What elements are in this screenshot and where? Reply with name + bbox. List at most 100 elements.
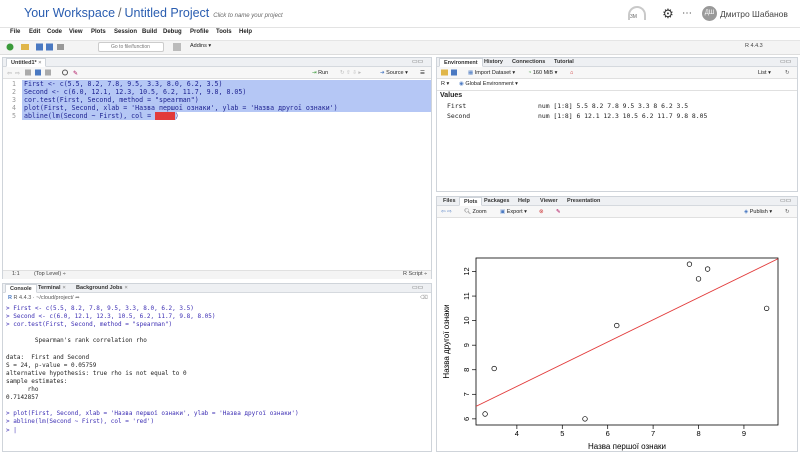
- menu-item-session[interactable]: Session: [114, 29, 137, 35]
- grid-layout-icon[interactable]: [173, 43, 181, 51]
- publish-icon: ◈: [744, 209, 749, 215]
- zoom-button[interactable]: 🔍︎ Zoom: [464, 209, 487, 215]
- workspace-link[interactable]: Your Workspace: [24, 6, 115, 20]
- clear-plots-icon[interactable]: ✎: [556, 209, 561, 215]
- view-mode-select[interactable]: List ▾: [758, 70, 771, 76]
- values-section-header: Values: [440, 92, 463, 99]
- rerun-nav-icons[interactable]: ↻ ⇧ ⇩ ▸: [340, 70, 361, 76]
- export-button[interactable]: ▣ Export ▾: [500, 209, 527, 215]
- console-output: rho: [6, 386, 39, 393]
- tab-viewer[interactable]: Viewer: [536, 197, 562, 206]
- memory-usage[interactable]: ◔ 160 MiB ▾: [528, 70, 557, 76]
- x-axis-label: Назва першої ознаки: [588, 442, 666, 451]
- save-icon: [35, 69, 41, 76]
- scope-select-label: Global Environment: [465, 81, 514, 87]
- tab-history[interactable]: History: [480, 58, 507, 67]
- tab-label: Terminal: [38, 285, 61, 291]
- tab-untitled1[interactable]: Untitled1* ×: [6, 58, 47, 67]
- file-type-indicator[interactable]: R Script ÷: [403, 271, 427, 277]
- env-var-name[interactable]: Second: [447, 112, 470, 120]
- source-button[interactable]: ➜ Source ▾: [380, 70, 408, 76]
- menu-item-file[interactable]: File: [10, 29, 20, 35]
- tab-background-jobs[interactable]: Background Jobs ×: [72, 284, 132, 293]
- divider: [437, 90, 797, 91]
- tab-plots[interactable]: Plots: [459, 197, 483, 206]
- scope-indicator[interactable]: (Top Level) ÷: [34, 271, 66, 277]
- data-point: [482, 411, 488, 417]
- tab-environment[interactable]: Environment: [439, 58, 483, 67]
- y-tick-label: 7: [462, 392, 471, 396]
- code-line[interactable]: abline(lm(Second ~ First), col = 'red'): [24, 112, 179, 120]
- close-icon[interactable]: ×: [63, 285, 66, 291]
- y-tick-label: 12: [462, 267, 471, 275]
- language-select[interactable]: R ▾: [441, 81, 449, 87]
- menu-item-build[interactable]: Build: [142, 29, 157, 35]
- outline-icon[interactable]: ☰: [420, 70, 425, 76]
- y-tick-label: 11: [462, 292, 471, 300]
- refresh-icon[interactable]: ↻: [785, 209, 790, 215]
- code-text: abline(lm(Second ~ First), col =: [24, 112, 156, 120]
- refresh-icon[interactable]: ↻: [785, 70, 790, 76]
- scope-label: (Top Level): [34, 271, 62, 277]
- tab-help[interactable]: Help: [514, 197, 534, 206]
- tab-connections[interactable]: Connections: [508, 58, 549, 67]
- plot-frame: [475, 257, 779, 426]
- scope-select[interactable]: ◉ Global Environment ▾: [459, 81, 518, 87]
- menu-item-help[interactable]: Help: [239, 29, 252, 35]
- import-dataset-button[interactable]: ▦ Import Dataset ▾: [468, 70, 515, 76]
- r-version[interactable]: R 4.4.3: [745, 43, 763, 49]
- editor-tabbar: [3, 58, 431, 67]
- line-number: 1: [12, 80, 16, 88]
- env-var-name[interactable]: First: [447, 102, 466, 110]
- more-options-icon[interactable]: ⋯: [680, 7, 694, 21]
- close-icon[interactable]: ×: [38, 60, 41, 66]
- avatar[interactable]: ДШ: [702, 6, 717, 21]
- tab-tutorial[interactable]: Tutorial: [550, 58, 578, 67]
- menu-item-tools[interactable]: Tools: [216, 29, 232, 35]
- tab-terminal[interactable]: Terminal ×: [34, 284, 70, 293]
- maximize-icon[interactable]: ▭▭: [412, 284, 423, 291]
- console-command: > |: [6, 426, 17, 434]
- data-point: [704, 266, 711, 272]
- goto-file-input[interactable]: Go to file/function: [98, 42, 164, 52]
- clear-console-icon[interactable]: ⌫: [420, 295, 428, 301]
- addins-menu[interactable]: Addins ▾: [190, 43, 211, 49]
- tab-console[interactable]: Console: [5, 284, 37, 293]
- menu-item-code[interactable]: Code: [47, 29, 62, 35]
- menu-item-edit[interactable]: Edit: [29, 29, 40, 35]
- language-label: R: [441, 81, 445, 87]
- menu-item-debug[interactable]: Debug: [163, 29, 182, 35]
- menu-item-plots[interactable]: Plots: [91, 29, 106, 35]
- close-icon[interactable]: ×: [124, 285, 127, 291]
- maximize-icon[interactable]: ▭▭: [780, 58, 791, 65]
- scatter-plot: 4 5 6 7 8 9 6 7 8 9 10 11 12 Назва першої ознаки Назва…: [442, 257, 779, 451]
- menu-item-view[interactable]: View: [69, 29, 83, 35]
- run-button[interactable]: ⇥ Run: [312, 70, 328, 76]
- run-label: Run: [318, 70, 329, 76]
- broom-icon[interactable]: ⌂: [570, 70, 573, 76]
- code-line[interactable]: plot(First, Second, xlab = 'Назва першої…: [24, 104, 338, 112]
- code-line[interactable]: Second <- c(6.0, 12.1, 12.3, 10.5, 6.2, …: [24, 88, 246, 96]
- gear-icon[interactable]: ⚙: [661, 7, 675, 21]
- maximize-icon[interactable]: ▭▭: [412, 58, 423, 65]
- save-icon: [36, 43, 43, 51]
- tab-presentation[interactable]: Presentation: [563, 197, 604, 206]
- plot-nav-icons[interactable]: ⇦ ⇨: [441, 209, 452, 215]
- code-line[interactable]: cor.test(First, Second, method = "spearm…: [24, 96, 199, 104]
- env-toolbar-icons: [441, 69, 457, 76]
- project-title[interactable]: Untitled Project: [125, 6, 210, 20]
- code-line[interactable]: First <- c(5.5, 8.2, 7.8, 9.5, 3.3, 8.0,…: [24, 80, 223, 88]
- x-tick-label: 7: [651, 429, 655, 438]
- tab-files[interactable]: Files: [439, 197, 460, 206]
- editor-tab-label: Untitled1*: [11, 60, 37, 66]
- maximize-icon[interactable]: ▭▭: [780, 197, 791, 204]
- console-path: R R 4.4.3 · ~/cloud/project/ ➦: [8, 295, 80, 301]
- user-name[interactable]: Дмитро Шабанов: [720, 9, 788, 19]
- remove-plot-icon[interactable]: ⊗: [539, 209, 544, 215]
- publish-button[interactable]: ◈ Publish ▾: [744, 209, 772, 215]
- tab-packages[interactable]: Packages: [480, 197, 513, 206]
- search-icon: [62, 69, 68, 76]
- goto-dir-icon[interactable]: ➦: [75, 295, 80, 301]
- console-output: data: First and Second: [6, 353, 90, 361]
- menu-item-profile[interactable]: Profile: [190, 29, 209, 35]
